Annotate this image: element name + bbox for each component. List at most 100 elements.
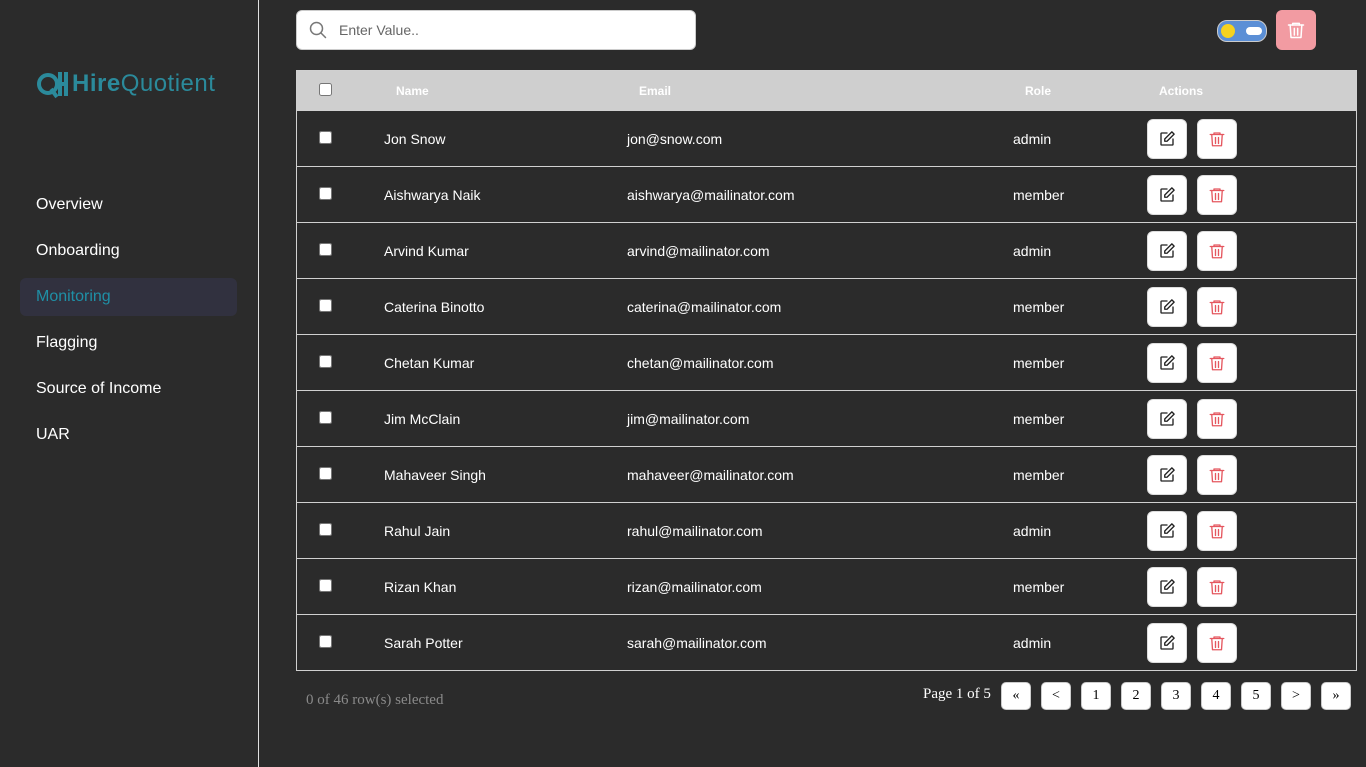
sidebar-item-monitoring[interactable]: Monitoring [20, 278, 237, 316]
delete-button[interactable] [1197, 455, 1237, 495]
edit-button[interactable] [1147, 119, 1187, 159]
page-1-button[interactable]: 1 [1081, 682, 1111, 710]
page-3-button[interactable]: 3 [1161, 682, 1191, 710]
edit-icon [1160, 187, 1175, 202]
search-icon [309, 21, 327, 39]
row-checkbox[interactable] [319, 187, 332, 200]
row-role: member [1013, 355, 1065, 371]
row-name: Arvind Kumar [384, 243, 469, 259]
row-email: sarah@mailinator.com [627, 635, 767, 651]
sun-icon [1221, 24, 1235, 38]
bulk-delete-button[interactable] [1276, 10, 1316, 50]
delete-button[interactable] [1197, 623, 1237, 663]
sidebar: HireQuotient Overview Onboarding Monitor… [0, 0, 259, 767]
header-name[interactable]: Name [396, 71, 429, 111]
row-name: Chetan Kumar [384, 355, 475, 371]
edit-icon [1160, 635, 1175, 650]
brand-name-part1: Hire [72, 70, 121, 97]
row-name: Aishwarya Naik [384, 187, 481, 203]
row-email: rizan@mailinator.com [627, 579, 762, 595]
edit-button[interactable] [1147, 231, 1187, 271]
cloud-icon [1246, 27, 1262, 35]
selected-count: 0 of 46 row(s) selected [306, 692, 444, 708]
row-name: Mahaveer Singh [384, 467, 486, 483]
header-email[interactable]: Email [639, 71, 671, 111]
delete-button[interactable] [1197, 343, 1237, 383]
users-table: Name Email Role Actions Jon Snow jon@sno… [296, 70, 1357, 671]
edit-button[interactable] [1147, 567, 1187, 607]
next-page-button[interactable]: > [1281, 682, 1311, 710]
trash-icon [1209, 468, 1225, 483]
edit-button[interactable] [1147, 399, 1187, 439]
trash-icon [1209, 412, 1225, 427]
table-row: Mahaveer Singh mahaveer@mailinator.com m… [297, 447, 1356, 503]
trash-icon [1209, 300, 1225, 315]
row-checkbox[interactable] [319, 523, 332, 536]
delete-button[interactable] [1197, 399, 1237, 439]
row-name: Rahul Jain [384, 523, 451, 539]
sidebar-item-flagging[interactable]: Flagging [20, 324, 237, 362]
delete-button[interactable] [1197, 231, 1237, 271]
table-row: Sarah Potter sarah@mailinator.com admin [297, 615, 1356, 671]
trash-icon [1209, 356, 1225, 371]
prev-page-button[interactable]: < [1041, 682, 1071, 710]
page-2-button[interactable]: 2 [1121, 682, 1151, 710]
delete-button[interactable] [1197, 119, 1237, 159]
sidebar-item-source-of-income[interactable]: Source of Income [20, 370, 237, 408]
trash-icon [1209, 636, 1225, 651]
row-checkbox[interactable] [319, 579, 332, 592]
sidebar-item-uar[interactable]: UAR [20, 416, 237, 454]
edit-icon [1160, 579, 1175, 594]
row-name: Jim McClain [384, 411, 461, 427]
brand-logo[interactable]: HireQuotient [36, 66, 215, 102]
row-role: member [1013, 299, 1065, 315]
edit-button[interactable] [1147, 511, 1187, 551]
search-input[interactable] [337, 21, 671, 39]
edit-button[interactable] [1147, 175, 1187, 215]
row-role: admin [1013, 635, 1052, 651]
row-email: arvind@mailinator.com [627, 243, 770, 259]
sidebar-item-onboarding[interactable]: Onboarding [20, 232, 237, 270]
delete-button[interactable] [1197, 511, 1237, 551]
edit-icon [1160, 411, 1175, 426]
edit-icon [1160, 299, 1175, 314]
edit-icon [1160, 131, 1175, 146]
row-role: member [1013, 467, 1065, 483]
edit-button[interactable] [1147, 455, 1187, 495]
page-5-button[interactable]: 5 [1241, 682, 1271, 710]
page-4-button[interactable]: 4 [1201, 682, 1231, 710]
row-checkbox[interactable] [319, 299, 332, 312]
delete-button[interactable] [1197, 175, 1237, 215]
edit-button[interactable] [1147, 287, 1187, 327]
table-row: Rizan Khan rizan@mailinator.com member [297, 559, 1356, 615]
last-page-button[interactable]: » [1321, 682, 1351, 710]
delete-button[interactable] [1197, 287, 1237, 327]
row-email: jon@snow.com [627, 131, 723, 147]
theme-toggle[interactable] [1217, 20, 1267, 42]
sidebar-item-overview[interactable]: Overview [20, 186, 237, 224]
row-role: admin [1013, 243, 1052, 259]
edit-icon [1160, 243, 1175, 258]
edit-button[interactable] [1147, 623, 1187, 663]
select-all-checkbox[interactable] [319, 83, 332, 96]
row-email: caterina@mailinator.com [627, 299, 782, 315]
row-email: aishwarya@mailinator.com [627, 187, 795, 203]
page-info: Page 1 of 5 [923, 686, 991, 702]
edit-button[interactable] [1147, 343, 1187, 383]
first-page-button[interactable]: « [1001, 682, 1031, 710]
sidebar-nav: Overview Onboarding Monitoring Flagging … [20, 186, 237, 462]
row-checkbox[interactable] [319, 411, 332, 424]
trash-icon [1209, 188, 1225, 203]
row-name: Caterina Binotto [384, 299, 485, 315]
row-checkbox[interactable] [319, 355, 332, 368]
row-checkbox[interactable] [319, 243, 332, 256]
table-header: Name Email Role Actions [297, 71, 1356, 111]
row-checkbox[interactable] [319, 635, 332, 648]
brand-name: HireQuotient [72, 70, 215, 98]
row-checkbox[interactable] [319, 131, 332, 144]
delete-button[interactable] [1197, 567, 1237, 607]
row-role: member [1013, 579, 1065, 595]
row-email: mahaveer@mailinator.com [627, 467, 794, 483]
header-role[interactable]: Role [1025, 71, 1051, 111]
row-checkbox[interactable] [319, 467, 332, 480]
